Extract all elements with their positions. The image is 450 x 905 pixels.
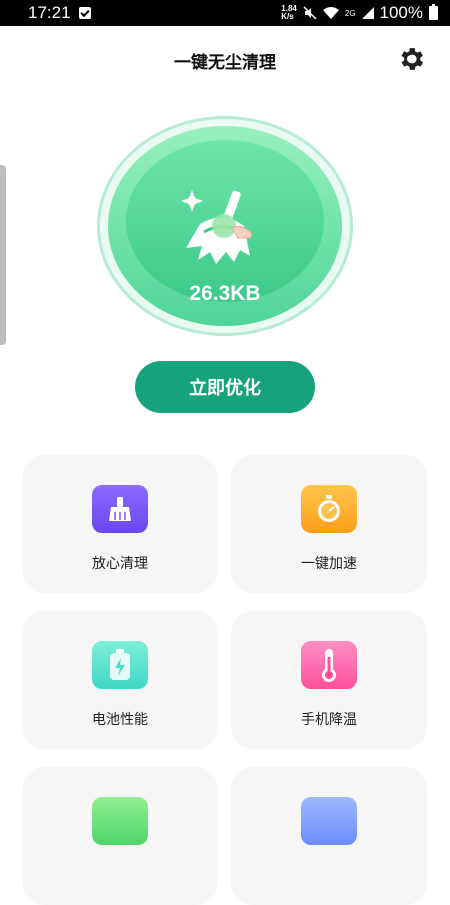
battery-icon — [429, 4, 438, 20]
junk-size-value: 26.3KB — [189, 282, 261, 305]
battery-percent: 100% — [379, 3, 423, 22]
net-speed: 1.84 K/s — [281, 4, 297, 21]
app-icon — [92, 797, 148, 845]
thermometer-icon — [301, 641, 357, 689]
status-time: 17:21 — [28, 3, 71, 22]
notification-icon — [78, 7, 91, 19]
page-title: 一键无尘清理 — [174, 53, 276, 73]
stopwatch-icon — [301, 485, 357, 533]
app-icon — [301, 797, 357, 845]
feature-label: 手机降温 — [301, 712, 357, 728]
feature-label: 一键加速 — [301, 556, 357, 572]
mute-icon — [303, 6, 317, 20]
status-bar: 17:21 1.84 K/s 2G 100% — [0, 0, 450, 26]
feature-card-partial[interactable] — [231, 767, 427, 905]
broom-icon — [181, 190, 253, 264]
broom-icon — [92, 485, 148, 533]
gear-icon[interactable] — [396, 44, 426, 74]
battery-icon — [92, 641, 148, 689]
feature-card-cool-down[interactable]: 手机降温 — [231, 611, 427, 749]
feature-card-speed-up[interactable]: 一键加速 — [231, 455, 427, 593]
wifi-icon — [322, 6, 339, 19]
feature-card-safe-clean[interactable]: 放心清理 — [22, 455, 218, 593]
feature-card-battery[interactable]: 电池性能 — [22, 611, 218, 749]
side-drawer-handle[interactable] — [0, 165, 6, 345]
network-type: 2G — [344, 8, 356, 18]
signal-icon — [361, 7, 374, 19]
optimize-button[interactable]: 立即优化 — [135, 361, 315, 413]
feature-label: 电池性能 — [92, 712, 148, 728]
feature-card-partial[interactable] — [22, 767, 218, 905]
feature-label: 放心清理 — [92, 556, 148, 572]
